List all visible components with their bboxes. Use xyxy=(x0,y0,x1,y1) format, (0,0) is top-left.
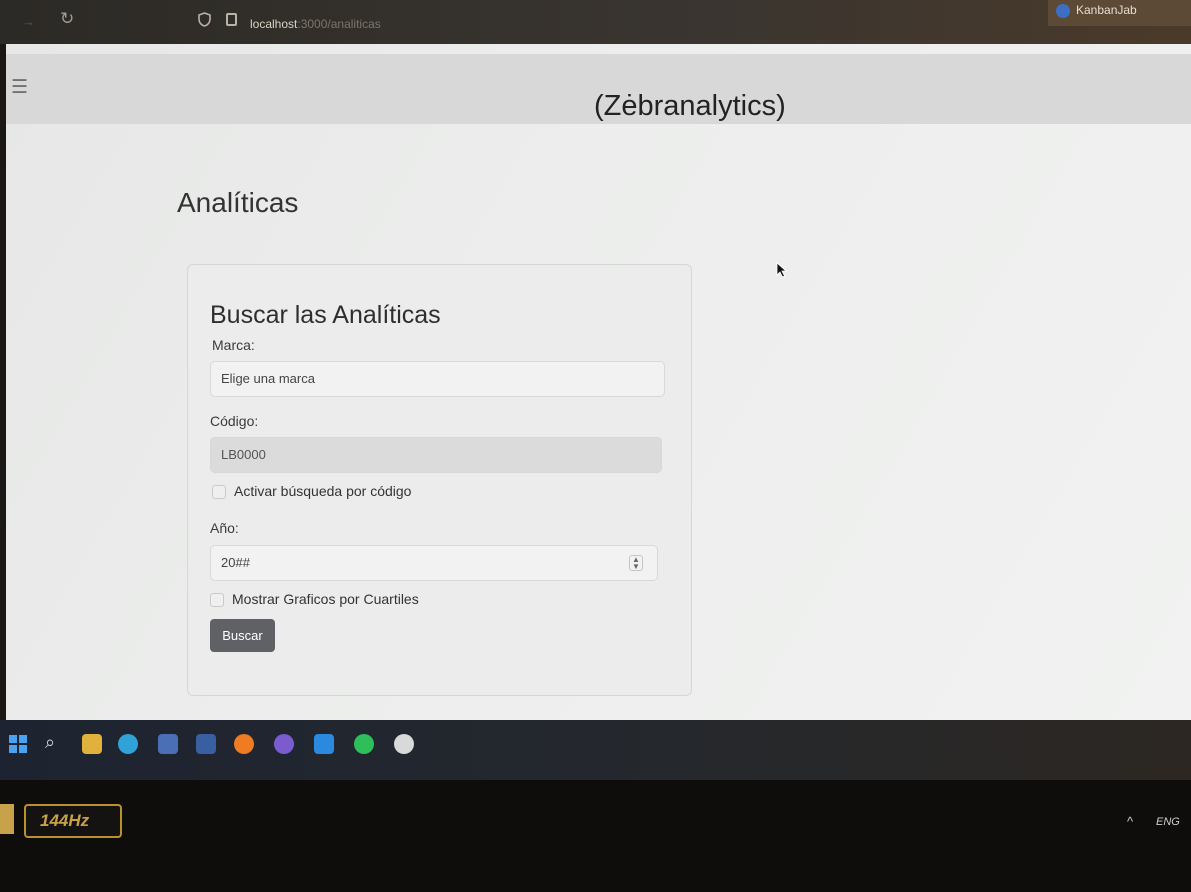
search-card: Buscar las Analíticas Marca: Elige una m… xyxy=(187,264,692,696)
codigo-checkbox-label: Activar búsqueda por código xyxy=(234,483,412,499)
codigo-checkbox[interactable] xyxy=(212,485,226,499)
whatsapp-icon[interactable] xyxy=(354,734,374,754)
spinner-icon[interactable]: ▲ ▼ xyxy=(629,555,643,571)
forward-arrow-icon[interactable]: → xyxy=(22,14,35,29)
page-icon xyxy=(226,13,237,26)
codigo-input[interactable]: LB0000 xyxy=(210,437,662,473)
anio-label: Año: xyxy=(210,520,239,536)
marca-select[interactable]: Elige una marca xyxy=(210,361,665,397)
chevron-up-icon[interactable]: ^ xyxy=(1127,814,1133,829)
url-host: localhost xyxy=(250,17,298,31)
marca-label: Marca: xyxy=(212,337,255,353)
refresh-rate-sticker: 144Hz xyxy=(24,804,122,838)
discord-icon[interactable] xyxy=(274,734,294,754)
search-icon[interactable]: ⌕ xyxy=(45,732,55,753)
mouse-cursor-icon xyxy=(776,262,788,278)
cuartiles-checkbox[interactable] xyxy=(210,593,224,607)
language-indicator[interactable]: ENG xyxy=(1156,816,1180,828)
store-icon[interactable] xyxy=(158,734,178,754)
app-icon[interactable] xyxy=(196,734,216,754)
hamburger-icon[interactable]: ☰ xyxy=(11,76,28,99)
reload-icon[interactable]: ↻ xyxy=(60,9,74,29)
anio-input[interactable]: 20## ▲ ▼ xyxy=(210,545,658,581)
app-header: ☰ (Zėbranalytics) xyxy=(6,54,1191,124)
marca-select-value: Elige una marca xyxy=(221,371,315,386)
monitor-bezel: 144Hz ^ ENG xyxy=(0,780,1191,892)
windows-icon[interactable] xyxy=(8,734,28,754)
slack-icon[interactable] xyxy=(394,734,414,754)
cuartiles-checkbox-label: Mostrar Graficos por Cuartiles xyxy=(232,591,419,607)
browser-tab[interactable]: KanbanJab xyxy=(1048,0,1191,26)
buscar-button[interactable]: Buscar xyxy=(210,619,275,652)
tab-title: KanbanJab xyxy=(1076,3,1137,17)
firefox-icon[interactable] xyxy=(234,734,254,754)
tab-favicon-icon xyxy=(1056,4,1070,18)
brand-title: (Zėbranalytics) xyxy=(594,90,786,122)
web-page: ☰ (Zėbranalytics) Analíticas Buscar las … xyxy=(6,44,1191,720)
file-explorer-icon[interactable] xyxy=(82,734,102,754)
url-path: :3000/analiticas xyxy=(297,17,381,31)
codigo-label: Código: xyxy=(210,413,259,429)
edge-icon[interactable] xyxy=(118,734,138,754)
refresh-rate-text: 144Hz xyxy=(40,811,90,830)
page-title: Analíticas xyxy=(177,187,299,218)
vscode-icon[interactable] xyxy=(314,734,334,754)
anio-input-placeholder: 20## xyxy=(221,555,250,570)
address-bar[interactable]: localhost:3000/analiticas xyxy=(250,17,381,31)
taskbar: ⌕ xyxy=(0,720,1191,780)
codigo-input-value: LB0000 xyxy=(221,447,266,462)
shield-icon xyxy=(198,12,211,27)
side-sticker xyxy=(0,804,14,834)
card-title: Buscar las Analíticas xyxy=(210,301,441,329)
browser-toolbar: → ↻ localhost:3000/analiticas KanbanJab xyxy=(0,0,1191,44)
